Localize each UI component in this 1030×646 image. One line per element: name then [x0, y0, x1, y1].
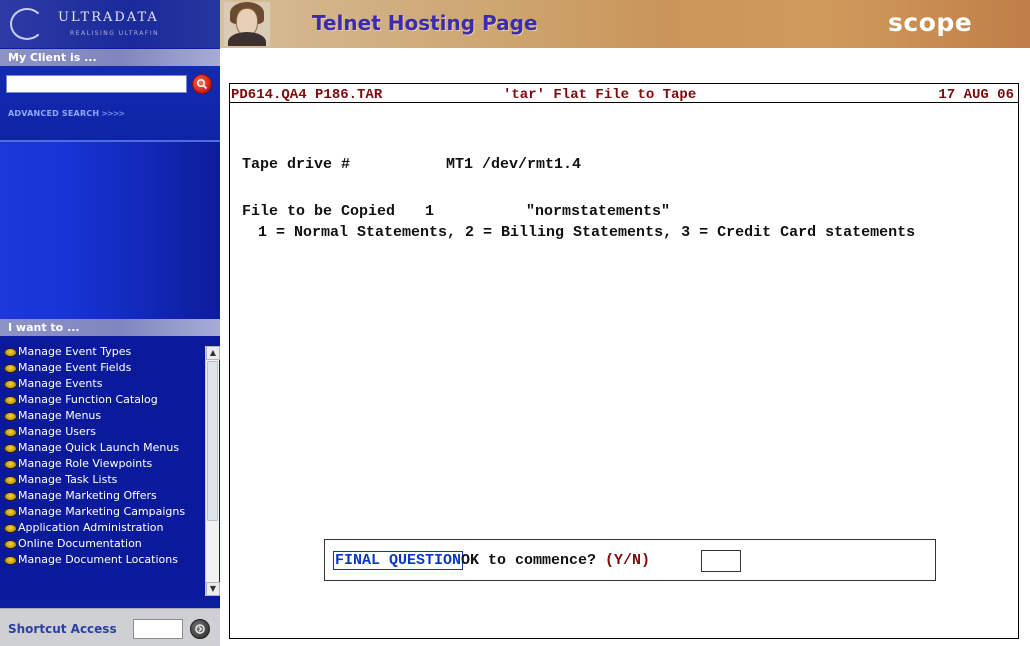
final-question-prompt: OK to commence? [461, 552, 597, 569]
menu-item-document-locations[interactable]: Manage Document Locations [2, 554, 203, 566]
gold-bullet-icon [2, 491, 18, 501]
scroll-up-icon[interactable]: ▲ [206, 346, 220, 360]
file-number-value: 1 [425, 203, 435, 220]
menu-item-task-lists[interactable]: Manage Task Lists [2, 474, 203, 486]
page-header: Telnet Hosting Page scope [220, 0, 1030, 48]
file-name-value: "normstatements" [526, 203, 671, 220]
menu-item-label: Manage Marketing Offers [18, 489, 157, 502]
magnifier-icon [196, 78, 208, 90]
gold-bullet-icon [2, 555, 18, 565]
menu-scrollbar[interactable]: ▲ ▼ [205, 346, 220, 596]
menu-item-users[interactable]: Manage Users [2, 426, 203, 438]
file-copied-label: File to be Copied [242, 203, 396, 220]
advanced-search-label: ADVANCED SEARCH [8, 109, 100, 118]
screen-title: 'tar' Flat File to Tape [503, 87, 697, 103]
file-options-help: 1 = Normal Statements, 2 = Billing State… [258, 224, 916, 241]
gold-bullet-icon [2, 395, 18, 405]
logo-text: ULTRADATA [58, 10, 159, 25]
tape-drive-value: MT1 /dev/rmt1.4 [446, 156, 582, 173]
client-search-panel: ADVANCED SEARCH >>>> [0, 66, 220, 140]
advanced-search-link[interactable]: ADVANCED SEARCH >>>> [8, 109, 125, 118]
menu-item-marketing-campaigns[interactable]: Manage Marketing Campaigns [2, 506, 203, 518]
advanced-search-arrows: >>>> [101, 109, 125, 118]
logo-tagline: REALISING ULTRAFIN [70, 30, 160, 37]
gold-bullet-icon [2, 459, 18, 469]
client-search-input[interactable] [6, 75, 187, 93]
gold-bullet-icon [2, 523, 18, 533]
menu-item-label: Application Administration [18, 521, 164, 534]
gold-bullet-icon [2, 411, 18, 421]
menu-item-label: Manage Quick Launch Menus [18, 441, 180, 454]
scroll-down-icon[interactable]: ▼ [206, 582, 220, 596]
ultradata-logo: ULTRADATA REALISING ULTRAFIN [0, 0, 220, 48]
menu-item-label: Manage Task Lists [18, 473, 118, 486]
logo-swoosh-icon [10, 8, 44, 40]
shortcut-label: Shortcut Access [8, 622, 117, 636]
avatar-body [228, 32, 266, 46]
telnet-terminal[interactable]: PD614.QA4 P186.TAR 'tar' Flat File to Ta… [229, 83, 1019, 639]
search-button[interactable] [192, 74, 212, 94]
menu-item-menus[interactable]: Manage Menus [2, 410, 203, 422]
gold-bullet-icon [2, 507, 18, 517]
menu-item-marketing-offers[interactable]: Manage Marketing Offers [2, 490, 203, 502]
menu-item-label: Manage Menus [18, 409, 102, 422]
menu-item-label: Manage Document Locations [18, 553, 178, 566]
gold-bullet-icon [2, 363, 18, 373]
menu-item-label: Online Documentation [18, 537, 142, 550]
left-sidebar: ULTRADATA REALISING ULTRAFIN My Client i… [0, 0, 220, 646]
menu-item-event-types[interactable]: Manage Event Types [2, 346, 203, 358]
menu-item-events[interactable]: Manage Events [2, 378, 203, 390]
menu-item-label: Manage Event Fields [18, 361, 132, 374]
action-menu-list: Manage Event Types Manage Event Fields M… [2, 346, 203, 596]
menu-item-label: Manage Role Viewpoints [18, 457, 153, 470]
action-menu-panel: Manage Event Types Manage Event Fields M… [0, 336, 220, 600]
program-id: PD614.QA4 P186.TAR [231, 87, 383, 103]
menu-item-event-fields[interactable]: Manage Event Fields [2, 362, 203, 374]
tape-drive-label: Tape drive # [242, 156, 351, 173]
shortcut-access-bar: Shortcut Access [0, 608, 220, 646]
gold-bullet-icon [2, 379, 18, 389]
final-question-label: FINAL QUESTION [333, 551, 464, 570]
menu-item-label: Manage Events [18, 377, 103, 390]
sidebar-decor [0, 140, 220, 319]
gold-bullet-icon [2, 443, 18, 453]
client-heading: My Client is ... [0, 49, 220, 66]
shortcut-input[interactable] [133, 619, 183, 639]
terminal-header: PD614.QA4 P186.TAR 'tar' Flat File to Ta… [230, 84, 1018, 103]
menu-item-label: Manage Users [18, 425, 96, 438]
screen-date: 17 AUG 06 [938, 87, 1014, 103]
menu-item-function-catalog[interactable]: Manage Function Catalog [2, 394, 203, 406]
gold-bullet-icon [2, 347, 18, 357]
menu-item-quick-launch-menus[interactable]: Manage Quick Launch Menus [2, 442, 203, 454]
gold-bullet-icon [2, 427, 18, 437]
menu-item-application-administration[interactable]: Application Administration [2, 522, 203, 534]
menu-item-role-viewpoints[interactable]: Manage Role Viewpoints [2, 458, 203, 470]
final-question-box: FINAL QUESTION OK to commence? (Y/N) [324, 539, 936, 581]
scroll-thumb[interactable] [207, 361, 218, 521]
yes-no-hint: (Y/N) [605, 552, 651, 569]
shortcut-go-button[interactable] [190, 619, 210, 639]
gold-bullet-icon [2, 539, 18, 549]
user-avatar [224, 2, 270, 46]
iwant-heading: I want to ... [0, 319, 220, 336]
page-title: Telnet Hosting Page [312, 11, 538, 35]
go-icon [195, 624, 205, 634]
menu-item-label: Manage Marketing Campaigns [18, 505, 186, 518]
sidebar-divider [0, 140, 220, 142]
menu-item-online-documentation[interactable]: Online Documentation [2, 538, 203, 550]
scope-logo: scope [888, 8, 973, 37]
menu-item-label: Manage Function Catalog [18, 393, 158, 406]
menu-item-label: Manage Event Types [18, 346, 132, 358]
final-question-text: OK to commence? (Y/N) [461, 552, 650, 569]
final-answer-input[interactable] [701, 550, 741, 572]
gold-bullet-icon [2, 475, 18, 485]
